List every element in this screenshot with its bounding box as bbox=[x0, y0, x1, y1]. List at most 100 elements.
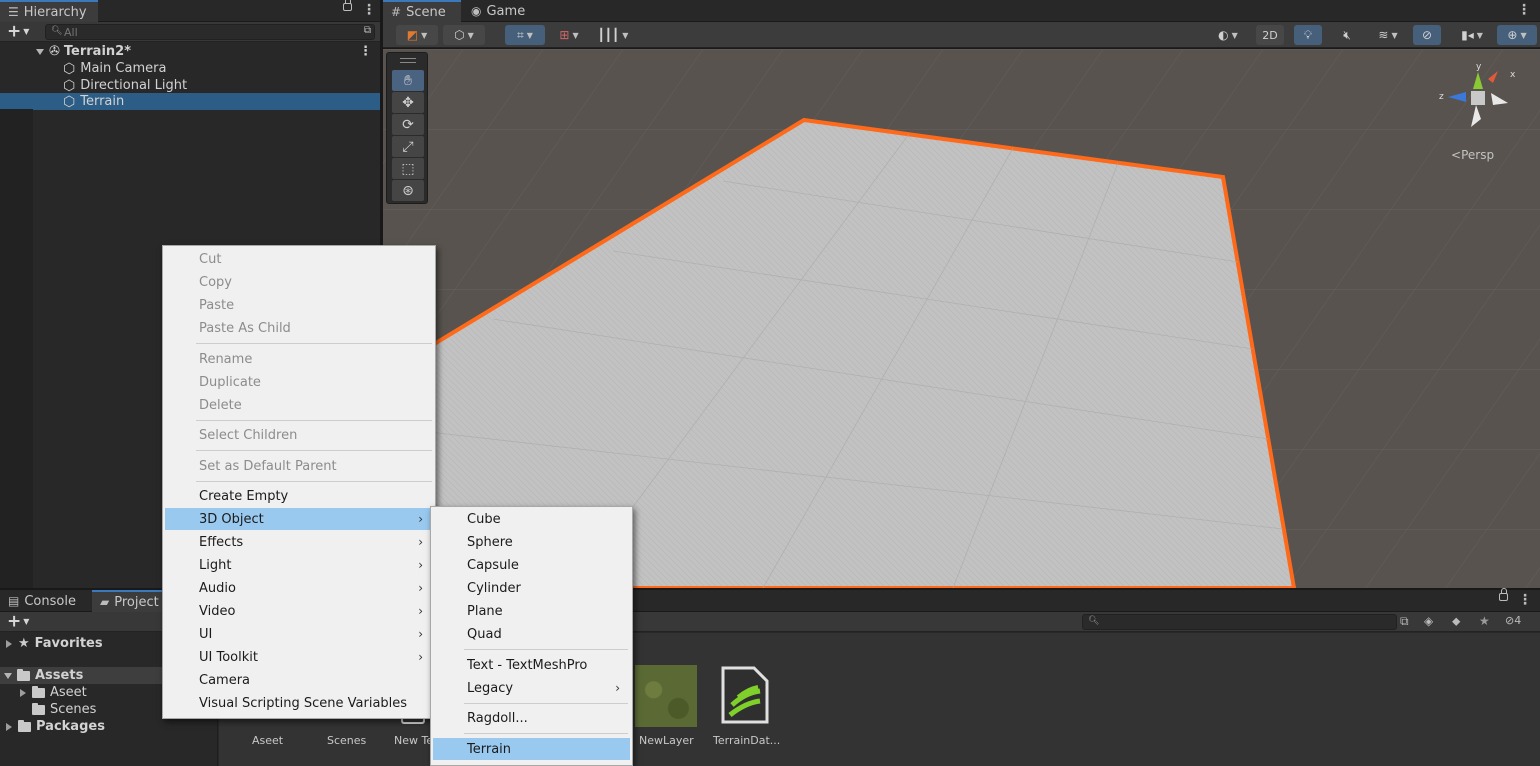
label-tag-icon[interactable]: ⬥ bbox=[1452, 614, 1460, 629]
tree-item-terrain[interactable]: ⬡ Terrain bbox=[0, 93, 380, 110]
menu-item-sphere[interactable]: Sphere bbox=[433, 531, 630, 553]
gizmo-neg-y-axis[interactable] bbox=[1471, 105, 1481, 127]
tab-hierarchy[interactable]: ☰ Hierarchy bbox=[0, 0, 98, 22]
hidden-objects-toggle[interactable]: ⊘ bbox=[1413, 25, 1441, 45]
menu-item-ui[interactable]: UI › bbox=[165, 623, 433, 645]
asset-label[interactable]: New Te bbox=[394, 734, 433, 747]
lighting-toggle[interactable]: 💡︎ bbox=[1294, 25, 1322, 45]
audio-toggle[interactable]: 🔇︎ bbox=[1333, 25, 1361, 45]
gizmos-button[interactable]: ⊕ ▼ bbox=[1497, 25, 1537, 45]
menu-item-audio[interactable]: Audio › bbox=[165, 577, 433, 599]
menu-item-quad[interactable]: Quad bbox=[433, 623, 630, 645]
asset-label[interactable]: Aseet bbox=[252, 734, 283, 747]
more-options-icon[interactable]: ⋮ bbox=[1517, 2, 1531, 18]
menu-item-plane[interactable]: Plane bbox=[433, 600, 630, 622]
menu-item-copy[interactable]: Copy bbox=[165, 271, 433, 293]
menu-item-effects[interactable]: Effects › bbox=[165, 531, 433, 553]
hierarchy-search-input[interactable] bbox=[64, 25, 368, 39]
menu-item-light[interactable]: Light › bbox=[165, 554, 433, 576]
menu-item-paste[interactable]: Paste bbox=[165, 294, 433, 316]
gizmo-center-cube[interactable] bbox=[1471, 91, 1485, 105]
expand-arrow-icon[interactable] bbox=[20, 688, 26, 697]
menu-item-3d-object[interactable]: 3D Object › bbox=[165, 508, 433, 530]
expand-arrow-icon[interactable] bbox=[4, 672, 12, 679]
filter-type-icon[interactable]: ◈ bbox=[1424, 614, 1433, 628]
menu-item-paste-as-child[interactable]: Paste As Child bbox=[165, 317, 433, 339]
increment-snap-button[interactable]: ⊞ ▼ bbox=[549, 25, 589, 45]
menu-item-duplicate[interactable]: Duplicate bbox=[165, 371, 433, 393]
project-search[interactable]: 🔍︎ bbox=[1082, 614, 1397, 630]
grid-snap-button[interactable]: ⌗ ▼ bbox=[505, 25, 545, 45]
favorite-star-icon[interactable]: ★ bbox=[1479, 614, 1490, 628]
tree-item-main-camera[interactable]: ⬡ Main Camera bbox=[0, 60, 380, 77]
search-by-type-icon[interactable]: ⧉ bbox=[1400, 614, 1409, 629]
menu-item-cylinder[interactable]: Cylinder bbox=[433, 577, 630, 599]
gizmo-x-axis[interactable] bbox=[1491, 93, 1508, 105]
menu-item-terrain[interactable]: Terrain bbox=[433, 738, 630, 760]
more-options-icon[interactable]: ⋮ bbox=[362, 2, 376, 18]
gizmo-z-axis[interactable] bbox=[1448, 92, 1466, 102]
menu-item-cube[interactable]: Cube bbox=[433, 508, 630, 530]
orientation-gizmo[interactable]: y z x bbox=[1433, 57, 1523, 137]
menu-item-set-default-parent[interactable]: Set as Default Parent bbox=[165, 455, 433, 477]
expand-arrow-icon[interactable] bbox=[6, 722, 12, 731]
menu-item-select-children[interactable]: Select Children bbox=[165, 424, 433, 446]
projection-toggle[interactable]: <Persp bbox=[1451, 148, 1494, 162]
hidden-packages-toggle[interactable]: ⊘4 bbox=[1505, 614, 1521, 627]
render-mode-button[interactable]: ⬡ ▼ bbox=[443, 25, 485, 45]
gizmo-y-axis[interactable] bbox=[1473, 72, 1483, 89]
panel-grip-handle[interactable] bbox=[400, 58, 416, 63]
menu-item-camera[interactable]: Camera bbox=[165, 669, 433, 691]
transform-tool-button[interactable]: ⊛ bbox=[392, 180, 424, 201]
gizmo-x-cone[interactable] bbox=[1488, 71, 1498, 83]
scene-root-row[interactable]: ✇ Terrain2* ⋮ bbox=[0, 43, 380, 60]
move-tool-button[interactable]: ✥ bbox=[392, 92, 424, 113]
tab-scene[interactable]: # Scene bbox=[383, 0, 461, 22]
menu-item-rename[interactable]: Rename bbox=[165, 348, 433, 370]
rotate-tool-button[interactable]: ⟳ bbox=[392, 114, 424, 135]
tree-item-directional-light[interactable]: ⬡ Directional Light bbox=[0, 77, 380, 94]
folder-open-icon bbox=[17, 668, 30, 681]
tab-game[interactable]: ◉ Game bbox=[463, 0, 533, 22]
create-button[interactable]: + ▼ bbox=[7, 23, 29, 41]
shading-mode-button[interactable]: ◐ ▼ bbox=[1207, 25, 1249, 45]
create-asset-button[interactable]: + ▼ bbox=[7, 613, 29, 631]
ruler-button[interactable]: ┃┃┃ ▼ bbox=[593, 25, 633, 45]
menu-item-capsule[interactable]: Capsule bbox=[433, 554, 630, 576]
draw-mode-button[interactable]: ◩ ▼ bbox=[396, 25, 438, 45]
rect-tool-button[interactable]: ⬚ bbox=[392, 158, 424, 179]
expand-arrow-icon[interactable] bbox=[36, 48, 44, 55]
menu-item-text-textmeshpro[interactable]: Text - TextMeshPro bbox=[433, 654, 630, 676]
menu-item-video[interactable]: Video › bbox=[165, 600, 433, 622]
menu-item-cut[interactable]: Cut bbox=[165, 248, 433, 270]
menu-item-ragdoll[interactable]: Ragdoll... bbox=[433, 707, 630, 729]
menu-item-label: Audio bbox=[199, 580, 236, 596]
asset-label[interactable]: TerrainDat... bbox=[713, 734, 780, 747]
tree-packages[interactable]: Packages bbox=[0, 718, 218, 735]
menu-item-delete[interactable]: Delete bbox=[165, 394, 433, 416]
hierarchy-search[interactable]: 🔍︎ ⧉ bbox=[45, 24, 375, 40]
mode-2d-button[interactable]: 2D bbox=[1256, 25, 1284, 45]
tab-console[interactable]: ▤ Console bbox=[0, 590, 86, 612]
gameobject-cube-icon: ⬡ bbox=[63, 60, 76, 77]
expand-arrow-icon[interactable] bbox=[6, 639, 12, 648]
camera-settings-button[interactable]: ▮◂ ▼ bbox=[1451, 25, 1493, 45]
scene-menu-icon[interactable]: ⋮ bbox=[359, 44, 372, 59]
effects-button[interactable]: ≋ ▼ bbox=[1368, 25, 1408, 45]
menu-item-ui-toolkit[interactable]: UI Toolkit › bbox=[165, 646, 433, 668]
asset-label[interactable]: Scenes bbox=[327, 734, 366, 747]
menu-item-create-empty[interactable]: Create Empty bbox=[165, 485, 433, 507]
lock-icon[interactable] bbox=[1499, 588, 1508, 601]
terrain-layer-thumbnail[interactable] bbox=[635, 665, 697, 727]
asset-label[interactable]: NewLayer bbox=[639, 734, 694, 747]
hand-tool-button[interactable]: ✋︎ bbox=[392, 70, 424, 91]
scale-tool-button[interactable]: ⤢ bbox=[392, 136, 424, 157]
menu-item-visual-scripting-variables[interactable]: Visual Scripting Scene Variables bbox=[165, 692, 433, 714]
more-options-icon[interactable]: ⋮ bbox=[1518, 592, 1532, 608]
lock-icon[interactable] bbox=[343, 0, 352, 11]
menu-item-legacy[interactable]: Legacy › bbox=[433, 677, 630, 699]
search-options-icon[interactable]: ⧉ bbox=[364, 25, 371, 36]
terrain-data-asset-icon[interactable] bbox=[720, 665, 770, 725]
project-search-input[interactable] bbox=[1101, 615, 1390, 629]
tab-project[interactable]: ▰ Project bbox=[92, 590, 167, 612]
